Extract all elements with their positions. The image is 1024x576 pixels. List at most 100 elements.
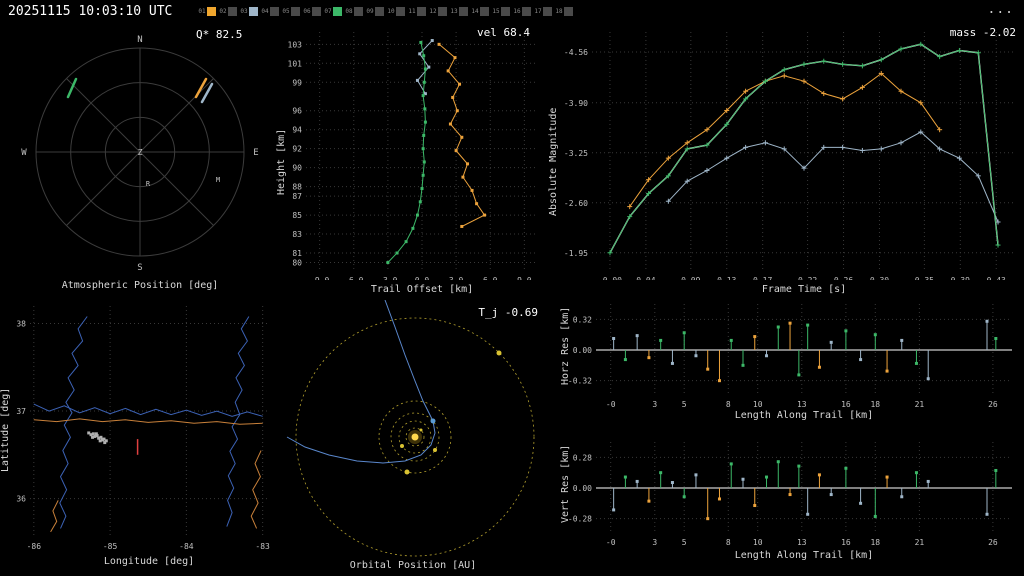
svg-text:-0.00: -0.00 bbox=[598, 276, 622, 280]
venus-marker bbox=[400, 444, 404, 448]
svg-text:8: 8 bbox=[726, 538, 731, 547]
station-number-label: 06 bbox=[303, 7, 311, 15]
svg-text:0.04: 0.04 bbox=[636, 276, 655, 280]
svg-text:0.22: 0.22 bbox=[798, 276, 817, 280]
station-number-label: 08 bbox=[345, 7, 353, 15]
svg-text:90: 90 bbox=[292, 164, 302, 173]
station-number-label: 15 bbox=[492, 7, 500, 15]
mercury-marker bbox=[419, 428, 423, 432]
horz-res-plot: -0 3 5 8 10 13 16 18 21 26 0.32 0.00 -0.32 bbox=[568, 304, 1012, 409]
svg-text:0.0: 0.0 bbox=[415, 276, 430, 280]
station-number-label: 16 bbox=[513, 7, 521, 15]
sun-marker bbox=[408, 430, 422, 444]
station-toggle-11[interactable]: 11 bbox=[408, 4, 429, 18]
horz_res-series-residuals bbox=[612, 319, 998, 383]
svg-text:80: 80 bbox=[292, 259, 302, 268]
svg-text:0.35: 0.35 bbox=[915, 276, 934, 280]
station-toggle-02[interactable]: 02 bbox=[219, 4, 240, 18]
svg-text:-4.56: -4.56 bbox=[564, 48, 588, 57]
station-toggle-01[interactable]: 01 bbox=[198, 4, 219, 18]
meteoroid-marker bbox=[430, 418, 436, 424]
svg-text:-1.95: -1.95 bbox=[564, 249, 588, 258]
vert_res-tick-labels: -0 3 5 8 10 13 16 18 21 26 0.28 0.00 -0.28 bbox=[568, 453, 998, 547]
svg-text:6.0: 6.0 bbox=[483, 276, 498, 280]
svg-text:S: S bbox=[137, 263, 142, 273]
station-number-label: 14 bbox=[471, 7, 479, 15]
station-toggle-18[interactable]: 18 bbox=[555, 4, 576, 18]
svg-text:0.00: 0.00 bbox=[573, 484, 592, 493]
magnitude-series-station-01 bbox=[627, 71, 943, 210]
station-color-swatch bbox=[521, 6, 531, 16]
horz_res-tick-labels: -0 3 5 8 10 13 16 18 21 26 0.32 0.00 -0.32 bbox=[568, 315, 998, 409]
station-number-label: 12 bbox=[429, 7, 437, 15]
svg-text:99: 99 bbox=[292, 78, 302, 87]
vert_res-series-residuals bbox=[612, 460, 998, 521]
ground-map-plot: -86 -85 -84 -83 38 37 36 bbox=[16, 306, 270, 550]
station-color-swatch bbox=[500, 6, 510, 16]
svg-text:-0.32: -0.32 bbox=[568, 377, 592, 386]
svg-text:0.13: 0.13 bbox=[717, 276, 736, 280]
svg-text:-6.0: -6.0 bbox=[344, 276, 363, 280]
station-toggle-16[interactable]: 16 bbox=[513, 4, 534, 18]
map-xlabel: Longitude [deg] bbox=[103, 556, 195, 567]
trail-offset-panel: Height [km] vel 68.4 -9.0-6.0-3.00.03.06… bbox=[276, 22, 546, 300]
station-toggle-09[interactable]: 09 bbox=[366, 4, 387, 18]
overflow-menu-button[interactable]: ... bbox=[988, 2, 1014, 17]
station-toggle-17[interactable]: 17 bbox=[534, 4, 555, 18]
svg-text:37: 37 bbox=[16, 407, 26, 416]
svg-text:-83: -83 bbox=[255, 542, 270, 550]
svg-text:-0: -0 bbox=[606, 400, 616, 409]
station-toggle-12[interactable]: 12 bbox=[429, 4, 450, 18]
sky-station-03-trail bbox=[200, 82, 214, 104]
station-toggle-10[interactable]: 10 bbox=[387, 4, 408, 18]
trail-offset-plot: -9.0 -6.0 -3.0 0.0 3.0 6.0 9.0 8081 83 85 8788 90 92… bbox=[288, 32, 538, 280]
svg-text:5: 5 bbox=[682, 538, 687, 547]
station-toggle-05[interactable]: 05 bbox=[282, 4, 303, 18]
svg-text:N: N bbox=[137, 35, 142, 45]
station-toggle-13[interactable]: 13 bbox=[450, 4, 471, 18]
svg-text:13: 13 bbox=[797, 400, 807, 409]
svg-text:M: M bbox=[216, 176, 220, 184]
orbit-panel: T_j -0.69 Orbital Position [AU] bbox=[280, 300, 546, 576]
station-toggle-03[interactable]: 03 bbox=[240, 4, 261, 18]
magnitude-panel: Absolute Magnitude mass -2.02 -0.000.040… bbox=[546, 22, 1024, 300]
svg-text:Z: Z bbox=[138, 148, 143, 157]
svg-text:81: 81 bbox=[292, 249, 302, 258]
station-toggle-15[interactable]: 15 bbox=[492, 4, 513, 18]
station-toggle-07[interactable]: 07 bbox=[324, 4, 345, 18]
svg-text:-3.25: -3.25 bbox=[564, 149, 588, 158]
station-number-label: 04 bbox=[261, 7, 269, 15]
station-toggle-04[interactable]: 04 bbox=[261, 4, 282, 18]
svg-text:-0: -0 bbox=[606, 538, 616, 547]
trail-offset-ylabel: Height [km] bbox=[276, 128, 287, 196]
station-color-swatch bbox=[332, 6, 342, 16]
svg-text:0.43: 0.43 bbox=[987, 276, 1006, 280]
magnitude-xlabel: Frame Time [s] bbox=[761, 284, 847, 295]
magnitude-series-station-03 bbox=[665, 129, 1001, 225]
svg-text:E: E bbox=[253, 148, 258, 158]
svg-text:21: 21 bbox=[915, 400, 925, 409]
station-color-swatch bbox=[311, 6, 321, 16]
svg-text:-84: -84 bbox=[179, 542, 194, 550]
trail_offset-tick-labels: -9.0 -6.0 -3.0 0.0 3.0 6.0 9.0 8081 83 85 8788 90 92… bbox=[288, 40, 532, 280]
svg-text:87: 87 bbox=[292, 192, 302, 201]
station-color-swatch bbox=[227, 6, 237, 16]
station-color-swatch bbox=[479, 6, 489, 16]
map-series-boundary-sw bbox=[50, 500, 59, 533]
trail_offset-series-station-01 bbox=[437, 42, 487, 228]
svg-text:-85: -85 bbox=[103, 542, 118, 550]
station-toggle-08[interactable]: 08 bbox=[345, 4, 366, 18]
svg-text:96: 96 bbox=[292, 107, 302, 116]
map-series-river-west bbox=[59, 316, 88, 529]
station-color-swatch bbox=[269, 6, 279, 16]
vertical-residuals-panel: Vert Res [km] -0 3 5 8 10 13 16 18 21 26 0.28 0.00-… bbox=[546, 434, 1024, 576]
station-color-swatch bbox=[437, 6, 447, 16]
station-toggle-14[interactable]: 14 bbox=[471, 4, 492, 18]
svg-text:36: 36 bbox=[16, 495, 26, 504]
svg-text:3: 3 bbox=[652, 538, 657, 547]
station-toggle-06[interactable]: 06 bbox=[303, 4, 324, 18]
map-series-boundary-se bbox=[250, 450, 262, 529]
trail_offset-grid bbox=[306, 32, 538, 272]
svg-text:26: 26 bbox=[988, 538, 998, 547]
svg-text:0.09: 0.09 bbox=[681, 276, 700, 280]
